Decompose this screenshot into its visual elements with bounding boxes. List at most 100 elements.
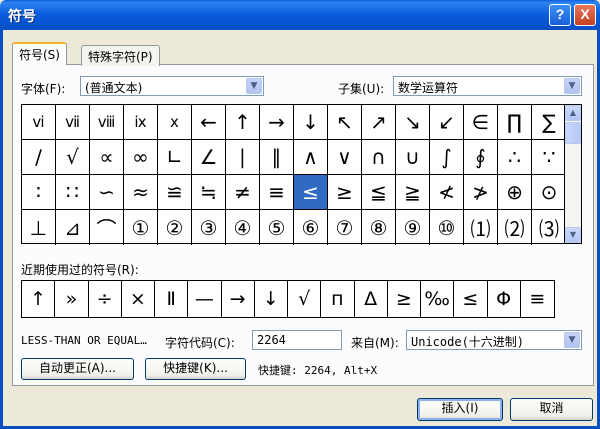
symbol-cell[interactable]: ∈: [464, 105, 498, 140]
close-button[interactable]: X: [574, 4, 596, 26]
symbol-cell[interactable]: ⑶: [532, 210, 566, 245]
symbol-cell[interactable]: ≠: [226, 175, 260, 210]
symbol-cell[interactable]: ⊿: [56, 210, 90, 245]
symbol-cell[interactable]: ∠: [192, 140, 226, 175]
symbol-cell[interactable]: ⅹ: [158, 105, 192, 140]
symbol-cell[interactable]: ↖: [328, 105, 362, 140]
symbol-cell[interactable]: ∮: [464, 140, 498, 175]
symbol-cell[interactable]: ⅵ: [22, 105, 56, 140]
symbol-cell[interactable]: ⑨: [396, 210, 430, 245]
symbol-cell[interactable]: ↙: [430, 105, 464, 140]
symbol-cell[interactable]: ∣: [226, 140, 260, 175]
symbol-cell[interactable]: ∪: [396, 140, 430, 175]
symbol-cell[interactable]: ≦: [362, 175, 396, 210]
char-code-label: 字符代码(C):: [165, 336, 235, 350]
symbol-cell[interactable]: ⑧: [362, 210, 396, 245]
symbol-cell[interactable]: →: [260, 105, 294, 140]
subset-select[interactable]: 数学运算符 ▼: [393, 76, 582, 96]
recent-symbol-cell[interactable]: ÷: [89, 281, 122, 317]
symbol-cell[interactable]: ∩: [362, 140, 396, 175]
recent-symbol-cell[interactable]: Δ: [355, 281, 388, 317]
symbol-cell[interactable]: ∵: [532, 140, 566, 175]
from-select[interactable]: Unicode(十六进制) ▼: [406, 330, 582, 350]
recent-symbol-cell[interactable]: √: [288, 281, 322, 317]
recent-symbol-cell[interactable]: ‰: [421, 281, 455, 317]
symbol-cell[interactable]: ≥: [328, 175, 362, 210]
symbol-cell[interactable]: ↘: [396, 105, 430, 140]
symbol-cell[interactable]: ∥: [260, 140, 294, 175]
symbol-cell[interactable]: ≌: [158, 175, 192, 210]
cancel-button[interactable]: 取消: [510, 398, 593, 421]
symbol-cell[interactable]: ⊥: [22, 210, 56, 245]
tab-symbols[interactable]: 符号(S): [12, 42, 67, 65]
recent-symbol-cell[interactable]: ≡: [521, 281, 554, 317]
symbol-cell[interactable]: ⑴: [464, 210, 498, 245]
chevron-down-icon[interactable]: ▼: [246, 78, 262, 94]
symbol-cell[interactable]: ⊙: [532, 175, 566, 210]
symbol-cell[interactable]: ∑: [532, 105, 566, 140]
scroll-up-icon[interactable]: ▲: [565, 105, 581, 121]
symbol-cell[interactable]: ⑩: [430, 210, 464, 245]
symbol-cell[interactable]: ∫: [430, 140, 464, 175]
symbol-cell[interactable]: ⑦: [328, 210, 362, 245]
char-code-input[interactable]: 2264: [252, 330, 342, 350]
insert-button[interactable]: 插入(I): [417, 398, 503, 421]
chevron-down-icon[interactable]: ▼: [564, 78, 580, 94]
symbol-cell[interactable]: ∝: [90, 140, 124, 175]
autocorrect-button[interactable]: 自动更正(A)...: [21, 358, 134, 380]
symbol-cell[interactable]: ①: [124, 210, 158, 245]
recent-symbol-cell[interactable]: ≤: [454, 281, 488, 317]
symbol-cell[interactable]: ⅶ: [56, 105, 90, 140]
recent-symbol-cell[interactable]: Ⅱ: [155, 281, 189, 317]
recent-symbol-cell[interactable]: →: [222, 281, 255, 317]
symbol-cell[interactable]: ∨: [328, 140, 362, 175]
symbol-cell[interactable]: ↗: [362, 105, 396, 140]
symbol-cell[interactable]: ∞: [124, 140, 158, 175]
help-button[interactable]: ?: [549, 4, 571, 26]
symbol-cell[interactable]: ⅸ: [124, 105, 158, 140]
symbol-cell[interactable]: ∟: [158, 140, 192, 175]
symbol-cell[interactable]: ∽: [90, 175, 124, 210]
symbol-cell[interactable]: ∷: [56, 175, 90, 210]
recent-symbol-cell[interactable]: п: [321, 281, 355, 317]
symbol-cell[interactable]: ⑤: [260, 210, 294, 245]
symbol-cell[interactable]: ⊕: [498, 175, 532, 210]
symbol-cell[interactable]: ≈: [124, 175, 158, 210]
symbol-cell[interactable]: ≮: [430, 175, 464, 210]
recent-symbol-cell[interactable]: ↓: [255, 281, 288, 317]
recent-symbol-cell[interactable]: Φ: [488, 281, 521, 317]
symbol-cell[interactable]: ⑵: [498, 210, 532, 245]
symbol-grid-scrollbar[interactable]: ▲ ▼: [565, 104, 582, 244]
symbol-cell[interactable]: ∴: [498, 140, 532, 175]
recent-symbol-cell[interactable]: ↑: [22, 281, 56, 317]
symbol-cell[interactable]: ≒: [192, 175, 226, 210]
symbol-cell[interactable]: √: [56, 140, 90, 175]
symbol-cell[interactable]: ←: [192, 105, 226, 140]
symbol-cell[interactable]: ⌒: [90, 210, 124, 245]
scrollbar-thumb[interactable]: [565, 122, 581, 144]
font-select[interactable]: (普通文本) ▼: [80, 76, 264, 96]
symbol-cell[interactable]: ⅷ: [90, 105, 124, 140]
symbol-cell[interactable]: ≤: [294, 175, 328, 210]
symbol-cell[interactable]: ≡: [260, 175, 294, 210]
recent-symbol-cell[interactable]: »: [55, 281, 89, 317]
symbol-cell[interactable]: ④: [226, 210, 260, 245]
symbol-cell[interactable]: ∏: [498, 105, 532, 140]
symbol-cell[interactable]: ②: [158, 210, 192, 245]
tab-special-characters[interactable]: 特殊字符(P): [81, 45, 160, 66]
symbol-cell[interactable]: ↑: [226, 105, 260, 140]
chevron-down-icon[interactable]: ▼: [564, 332, 580, 348]
symbol-cell[interactable]: ∕: [22, 140, 56, 175]
symbol-cell[interactable]: ≯: [464, 175, 498, 210]
symbol-cell[interactable]: ∧: [294, 140, 328, 175]
symbol-cell[interactable]: ③: [192, 210, 226, 245]
shortcut-key-button[interactable]: 快捷键(K)...: [145, 358, 246, 380]
symbol-cell[interactable]: ∶: [22, 175, 56, 210]
symbol-cell[interactable]: ⑥: [294, 210, 328, 245]
symbol-cell[interactable]: ↓: [294, 105, 328, 140]
scroll-down-icon[interactable]: ▼: [565, 227, 581, 243]
symbol-cell[interactable]: ≧: [396, 175, 430, 210]
recent-symbol-cell[interactable]: —: [188, 281, 222, 317]
recent-symbol-cell[interactable]: ×: [122, 281, 155, 317]
recent-symbol-cell[interactable]: ≥: [388, 281, 421, 317]
